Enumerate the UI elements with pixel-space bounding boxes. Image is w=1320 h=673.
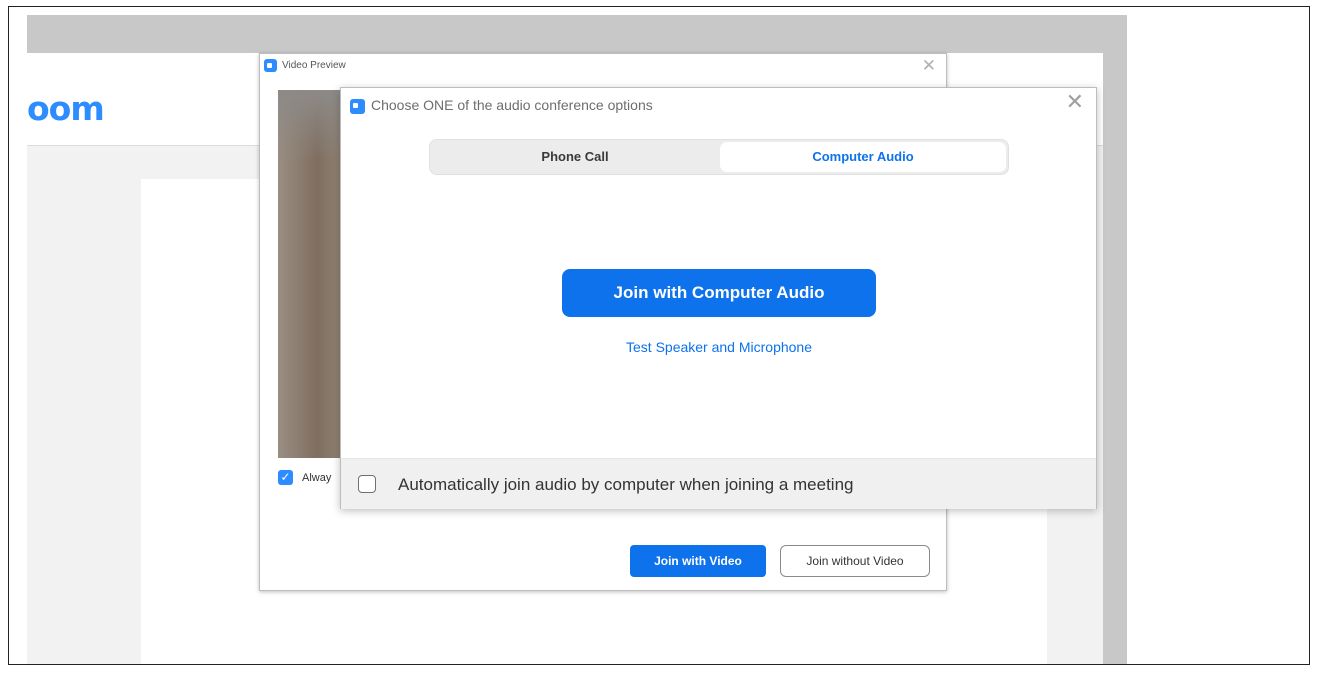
video-preview-title: Video Preview	[282, 60, 346, 71]
audio-dialog-title: Choose ONE of the audio conference optio…	[371, 97, 653, 113]
test-speaker-microphone-link[interactable]: Test Speaker and Microphone	[562, 339, 876, 355]
audio-dialog-footer: Automatically join audio by computer whe…	[341, 458, 1096, 509]
join-without-video-button[interactable]: Join without Video	[780, 545, 930, 577]
close-icon[interactable]: ✕	[922, 56, 936, 76]
close-icon[interactable]: ✕	[1066, 89, 1084, 115]
tab-phone-call[interactable]: Phone Call	[432, 142, 718, 172]
always-show-preview-checkbox[interactable]: ✓	[278, 470, 293, 485]
video-preview-titlebar: Video Preview ✕	[260, 54, 946, 80]
auto-join-audio-checkbox[interactable]	[358, 475, 376, 493]
auto-join-audio-label[interactable]: Automatically join audio by computer whe…	[398, 475, 853, 495]
always-show-preview-label: Alway	[302, 472, 332, 484]
zoom-app-icon	[264, 59, 277, 72]
zoom-app-icon	[350, 99, 365, 114]
tab-computer-audio[interactable]: Computer Audio	[720, 142, 1006, 172]
zoom-logo: oom	[27, 89, 105, 128]
join-with-video-button[interactable]: Join with Video	[630, 545, 766, 577]
join-with-computer-audio-button[interactable]: Join with Computer Audio	[562, 269, 876, 317]
screenshot-frame: oom ⌐ Video Preview ✕ ✓ Alway Join with …	[8, 6, 1310, 665]
audio-options-dialog: Choose ONE of the audio conference optio…	[340, 87, 1097, 509]
audio-tabs: Phone Call Computer Audio	[429, 139, 1009, 175]
